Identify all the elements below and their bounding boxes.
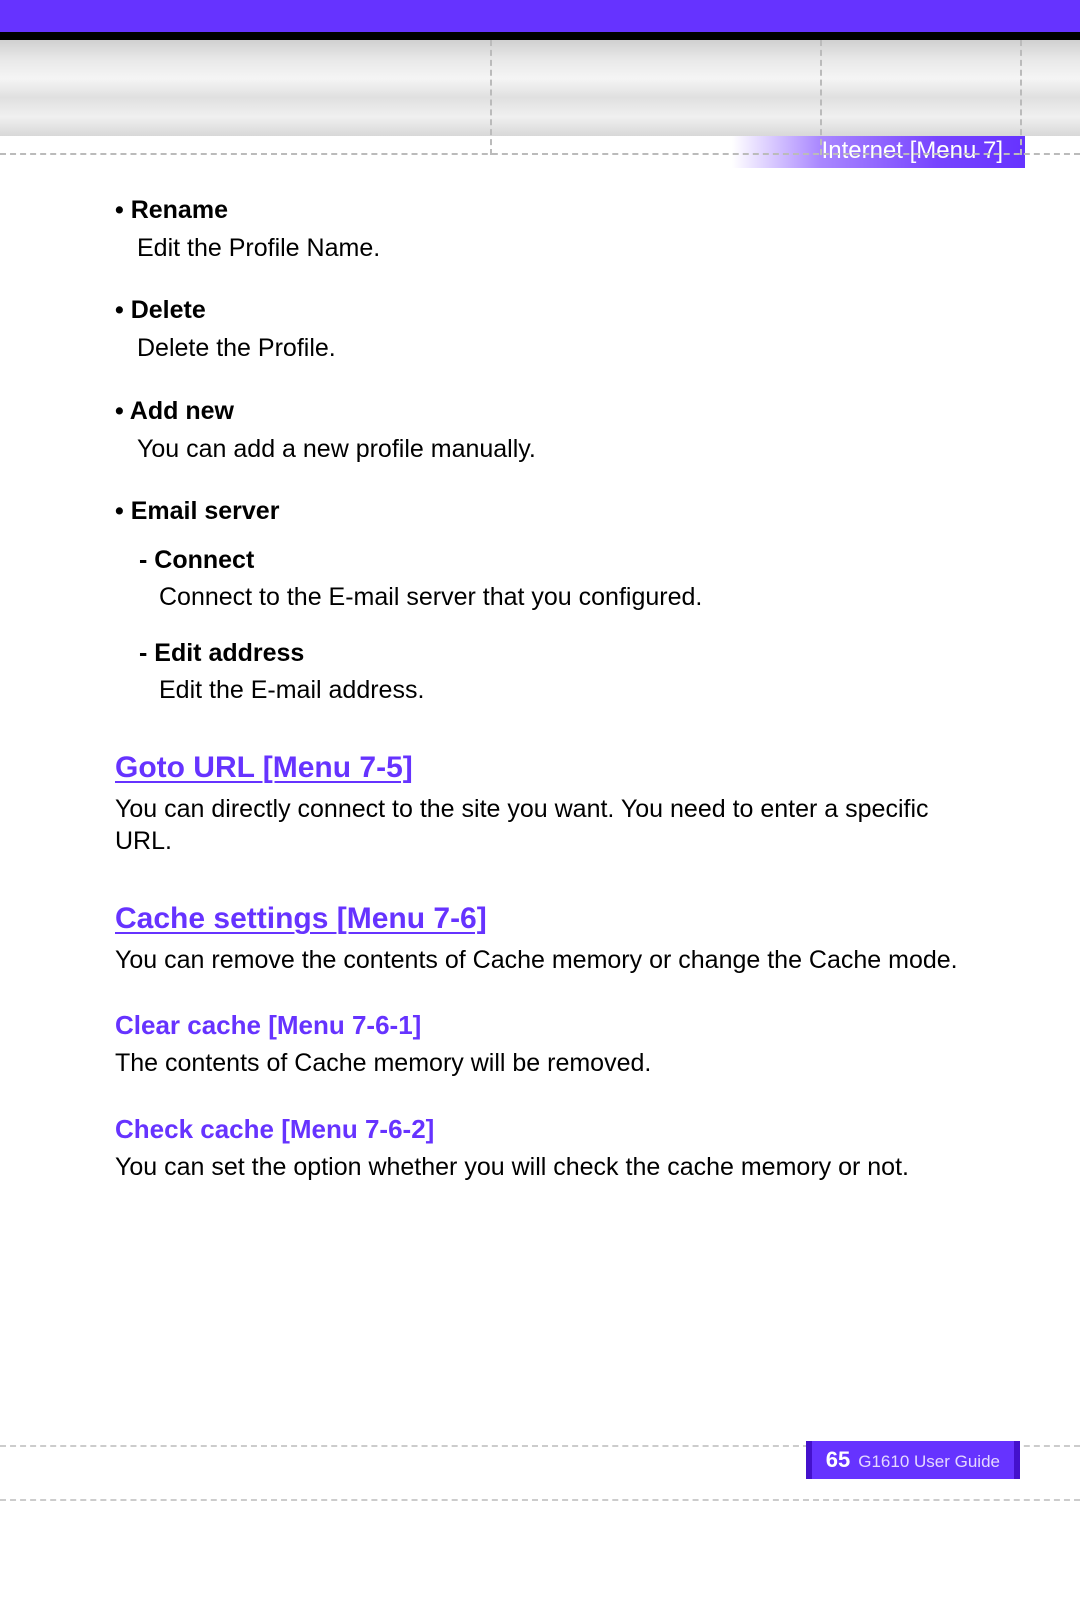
bullet-delete: Delete Delete the Profile.	[115, 296, 970, 364]
header-band: Internet [Menu 7]	[0, 40, 1080, 136]
body-check-cache: You can set the option whether you will …	[115, 1151, 970, 1184]
top-black-bar	[0, 32, 1080, 40]
bullet-desc: Edit the Profile Name.	[115, 233, 970, 264]
sub-connect: Connect Connect to the E-mail server tha…	[139, 546, 970, 614]
bullet-desc: You can add a new profile manually.	[115, 434, 970, 465]
page-content: Rename Edit the Profile Name. Delete Del…	[0, 136, 1080, 1183]
bullet-title: Rename	[115, 196, 970, 225]
footer-rule	[0, 1499, 1080, 1501]
page-number: 65	[826, 1447, 850, 1473]
sub-desc: Connect to the E-mail server that you co…	[139, 581, 970, 614]
sub-desc: Edit the E-mail address.	[139, 674, 970, 707]
breadcrumb: Internet [Menu 7]	[732, 136, 1025, 168]
bullet-desc: Delete the Profile.	[115, 333, 970, 364]
bullet-email-server: Email server	[115, 497, 970, 526]
heading-cache-settings: Cache settings [Menu 7-6]	[115, 902, 970, 936]
guide-label: G1610 User Guide	[858, 1452, 1000, 1472]
sub-title: Edit address	[139, 639, 970, 668]
body-clear-cache: The contents of Cache memory will be rem…	[115, 1047, 970, 1080]
bullet-add-new: Add new You can add a new profile manual…	[115, 397, 970, 465]
bullet-title: Add new	[115, 397, 970, 426]
heading-check-cache: Check cache [Menu 7-6-2]	[115, 1114, 970, 1145]
sub-edit-address: Edit address Edit the E-mail address.	[139, 639, 970, 707]
bullet-rename: Rename Edit the Profile Name.	[115, 196, 970, 264]
body-goto-url: You can directly connect to the site you…	[115, 793, 970, 858]
top-purple-bar	[0, 0, 1080, 32]
sub-title: Connect	[139, 546, 970, 575]
heading-goto-url: Goto URL [Menu 7-5]	[115, 751, 970, 785]
page-tag: 65 G1610 User Guide	[806, 1441, 1020, 1479]
bullet-title: Delete	[115, 296, 970, 325]
page-footer: 65 G1610 User Guide	[0, 1445, 1080, 1501]
bullet-title: Email server	[115, 497, 970, 526]
body-cache-settings: You can remove the contents of Cache mem…	[115, 944, 970, 977]
heading-clear-cache: Clear cache [Menu 7-6-1]	[115, 1010, 970, 1041]
